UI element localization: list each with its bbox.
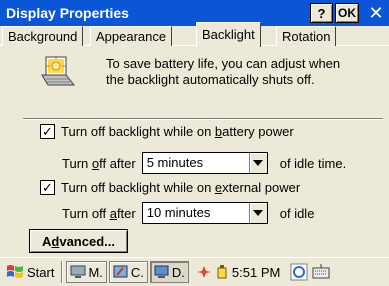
chevron-down-icon[interactable] — [248, 153, 267, 173]
monitor-icon — [70, 265, 86, 278]
taskbar: Start M. C. D. 5:51 PM — [0, 257, 389, 286]
windows-flag-icon — [7, 265, 23, 278]
battery-timeout-row: Turn off after 5 minutes of idle time. — [62, 152, 346, 174]
help-button[interactable]: ? — [310, 3, 333, 23]
battery-power-icon[interactable] — [215, 264, 229, 280]
clock[interactable]: 5:51 PM — [232, 265, 280, 280]
task-button-c[interactable]: C. — [108, 261, 148, 283]
start-button[interactable]: Start — [2, 261, 58, 284]
taskbar-separator — [61, 261, 64, 283]
task-label: M. — [88, 264, 103, 280]
advanced-button[interactable]: Ad vanced... — [29, 229, 128, 253]
external-suffix: of idle — [279, 205, 315, 221]
info-line-1: To save battery life, you can adjust whe… — [106, 56, 341, 71]
external-checkbox-row[interactable]: ✓ Turn off backlight while on external p… — [40, 180, 300, 195]
chevron-down-icon[interactable] — [248, 203, 267, 223]
external-timeout-value: 10 minutes — [146, 205, 211, 220]
battery-label: Turn off backlight while on battery powe… — [61, 124, 294, 139]
battery-timeout-value: 5 minutes — [146, 155, 204, 170]
battery-checkbox-row[interactable]: ✓ Turn off backlight while on battery po… — [40, 124, 294, 139]
battery-timeout-select[interactable]: 5 minutes — [141, 152, 268, 174]
tab-background[interactable]: Background — [2, 26, 84, 46]
close-button[interactable]: ✕ — [365, 3, 387, 23]
control-panel-icon — [113, 265, 128, 278]
task-button-m[interactable]: M. — [66, 261, 107, 283]
task-button-d[interactable]: D. — [149, 261, 189, 283]
info-line-2: the backlight automatically shuts off. — [106, 72, 315, 87]
task-label: C. — [130, 264, 144, 280]
battery-checkbox[interactable]: ✓ — [40, 124, 55, 139]
external-checkbox[interactable]: ✓ — [40, 180, 55, 195]
connectivity-icon[interactable] — [196, 264, 212, 280]
ok-button[interactable]: OK — [335, 3, 359, 23]
internet-explorer-icon[interactable] — [290, 263, 308, 281]
window-title: Display Properties — [6, 5, 129, 21]
title-bar: Display Properties ? OK ✕ — [0, 0, 389, 26]
laptop-backlight-icon — [41, 56, 76, 86]
battery-suffix: of idle time. — [279, 155, 347, 171]
external-label: Turn off backlight while on external pow… — [61, 180, 301, 195]
tab-rotation[interactable]: Rotation — [276, 26, 337, 46]
external-timeout-select[interactable]: 10 minutes — [141, 202, 268, 224]
info-text: To save battery life, you can adjust whe… — [106, 56, 386, 88]
battery-after-label: Turn off after — [62, 155, 136, 171]
tab-appearance[interactable]: Appearance — [90, 26, 173, 46]
task-label: D. — [171, 264, 185, 280]
display-icon — [154, 265, 169, 278]
group-divider — [23, 118, 383, 119]
start-label: Start — [27, 264, 55, 280]
keyboard-icon[interactable] — [312, 263, 330, 281]
tab-backlight[interactable]: Backlight — [196, 22, 261, 48]
system-tray: 5:51 PM — [193, 263, 330, 281]
external-timeout-row: Turn off after 10 minutes of idle — [62, 202, 314, 224]
external-after-label: Turn off after — [62, 205, 136, 221]
